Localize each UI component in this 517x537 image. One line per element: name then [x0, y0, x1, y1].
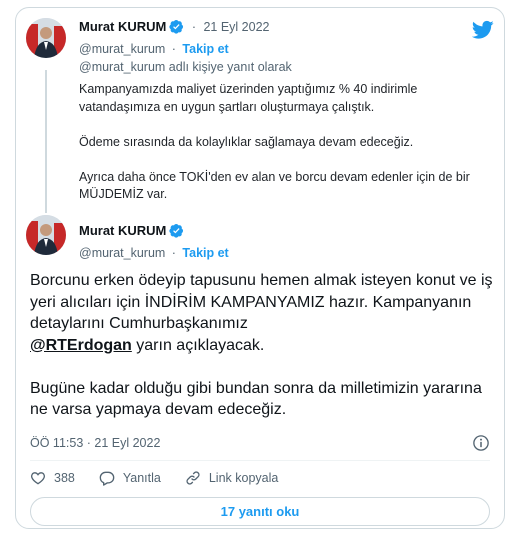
reply-icon	[99, 471, 115, 486]
like-count: 388	[54, 471, 75, 485]
separator-dot: ·	[171, 42, 176, 56]
quoted-tweet-header: Murat KURUM · 21 Eyl 2022	[79, 18, 270, 36]
follow-button[interactable]: Takip et	[182, 42, 228, 56]
author-handle[interactable]: @murat_kurum	[79, 42, 165, 56]
main-tweet-header: Murat KURUM	[79, 222, 184, 240]
separator-dot: ·	[191, 20, 197, 34]
main-text-segment: Borcunu erken ödeyip tapusunu hemen alma…	[30, 272, 493, 332]
twitter-logo-icon[interactable]	[472, 20, 494, 40]
reply-label: Yanıtla	[122, 471, 161, 485]
main-tweet-handle-row: @murat_kurum · Takip et	[79, 244, 229, 262]
author-name[interactable]: Murat KURUM	[79, 223, 166, 238]
avatar-image	[26, 18, 66, 58]
quoted-paragraph: Kampanyamızda maliyet üzerinden yaptığım…	[79, 82, 418, 114]
avatar[interactable]	[26, 18, 66, 58]
like-button[interactable]: 388	[30, 470, 75, 486]
action-bar: 388 Yanıtla Link kopyala	[30, 470, 302, 486]
verified-icon	[169, 20, 184, 34]
quoted-tweet-text: Kampanyamızda maliyet üzerinden yaptığım…	[79, 81, 499, 204]
divider	[30, 460, 490, 461]
reply-context: @murat_kurum adlı kişiye yanıt olarak	[79, 60, 292, 74]
read-replies-button[interactable]: 17 yanıtı oku	[30, 497, 490, 526]
tweet-embed-card: Murat KURUM · 21 Eyl 2022 @murat_kurum ·…	[15, 7, 505, 529]
quoted-tweet-handle-row: @murat_kurum · Takip et	[79, 40, 229, 58]
quoted-paragraph: Ödeme sırasında da kolaylıklar sağlamaya…	[79, 134, 414, 149]
author-handle[interactable]: @murat_kurum	[79, 246, 165, 260]
link-icon	[186, 471, 200, 485]
mention-link[interactable]: @RTErdogan	[30, 337, 132, 354]
main-tweet-text: Borcunu erken ödeyip tapusunu hemen alma…	[30, 270, 500, 421]
thread-line	[45, 70, 47, 213]
tweet-date[interactable]: 21 Eyl 2022	[203, 20, 269, 34]
heart-icon	[31, 472, 45, 485]
avatar[interactable]	[26, 215, 66, 255]
tweet-timestamp[interactable]: ÖÖ 11:53 · 21 Eyl 2022	[30, 436, 160, 450]
main-paragraph: Borcunu erken ödeyip tapusunu hemen alma…	[30, 270, 500, 356]
author-name[interactable]: Murat KURUM	[79, 19, 166, 34]
main-paragraph: Bugüne kadar olduğu gibi bundan sonra da…	[30, 379, 482, 419]
quoted-paragraph: Ayrıca daha önce TOKİ'den ev alan ve bor…	[79, 169, 470, 202]
follow-button[interactable]: Takip et	[182, 246, 228, 260]
verified-icon	[169, 224, 184, 238]
copy-link-button[interactable]: Link kopyala	[185, 470, 279, 486]
info-icon[interactable]	[472, 434, 490, 452]
copy-link-label: Link kopyala	[208, 471, 279, 485]
main-text-segment: yarın açıklayacak.	[136, 336, 265, 354]
separator-dot: ·	[171, 246, 176, 260]
reply-button[interactable]: Yanıtla	[99, 470, 161, 486]
avatar-image	[26, 215, 66, 255]
